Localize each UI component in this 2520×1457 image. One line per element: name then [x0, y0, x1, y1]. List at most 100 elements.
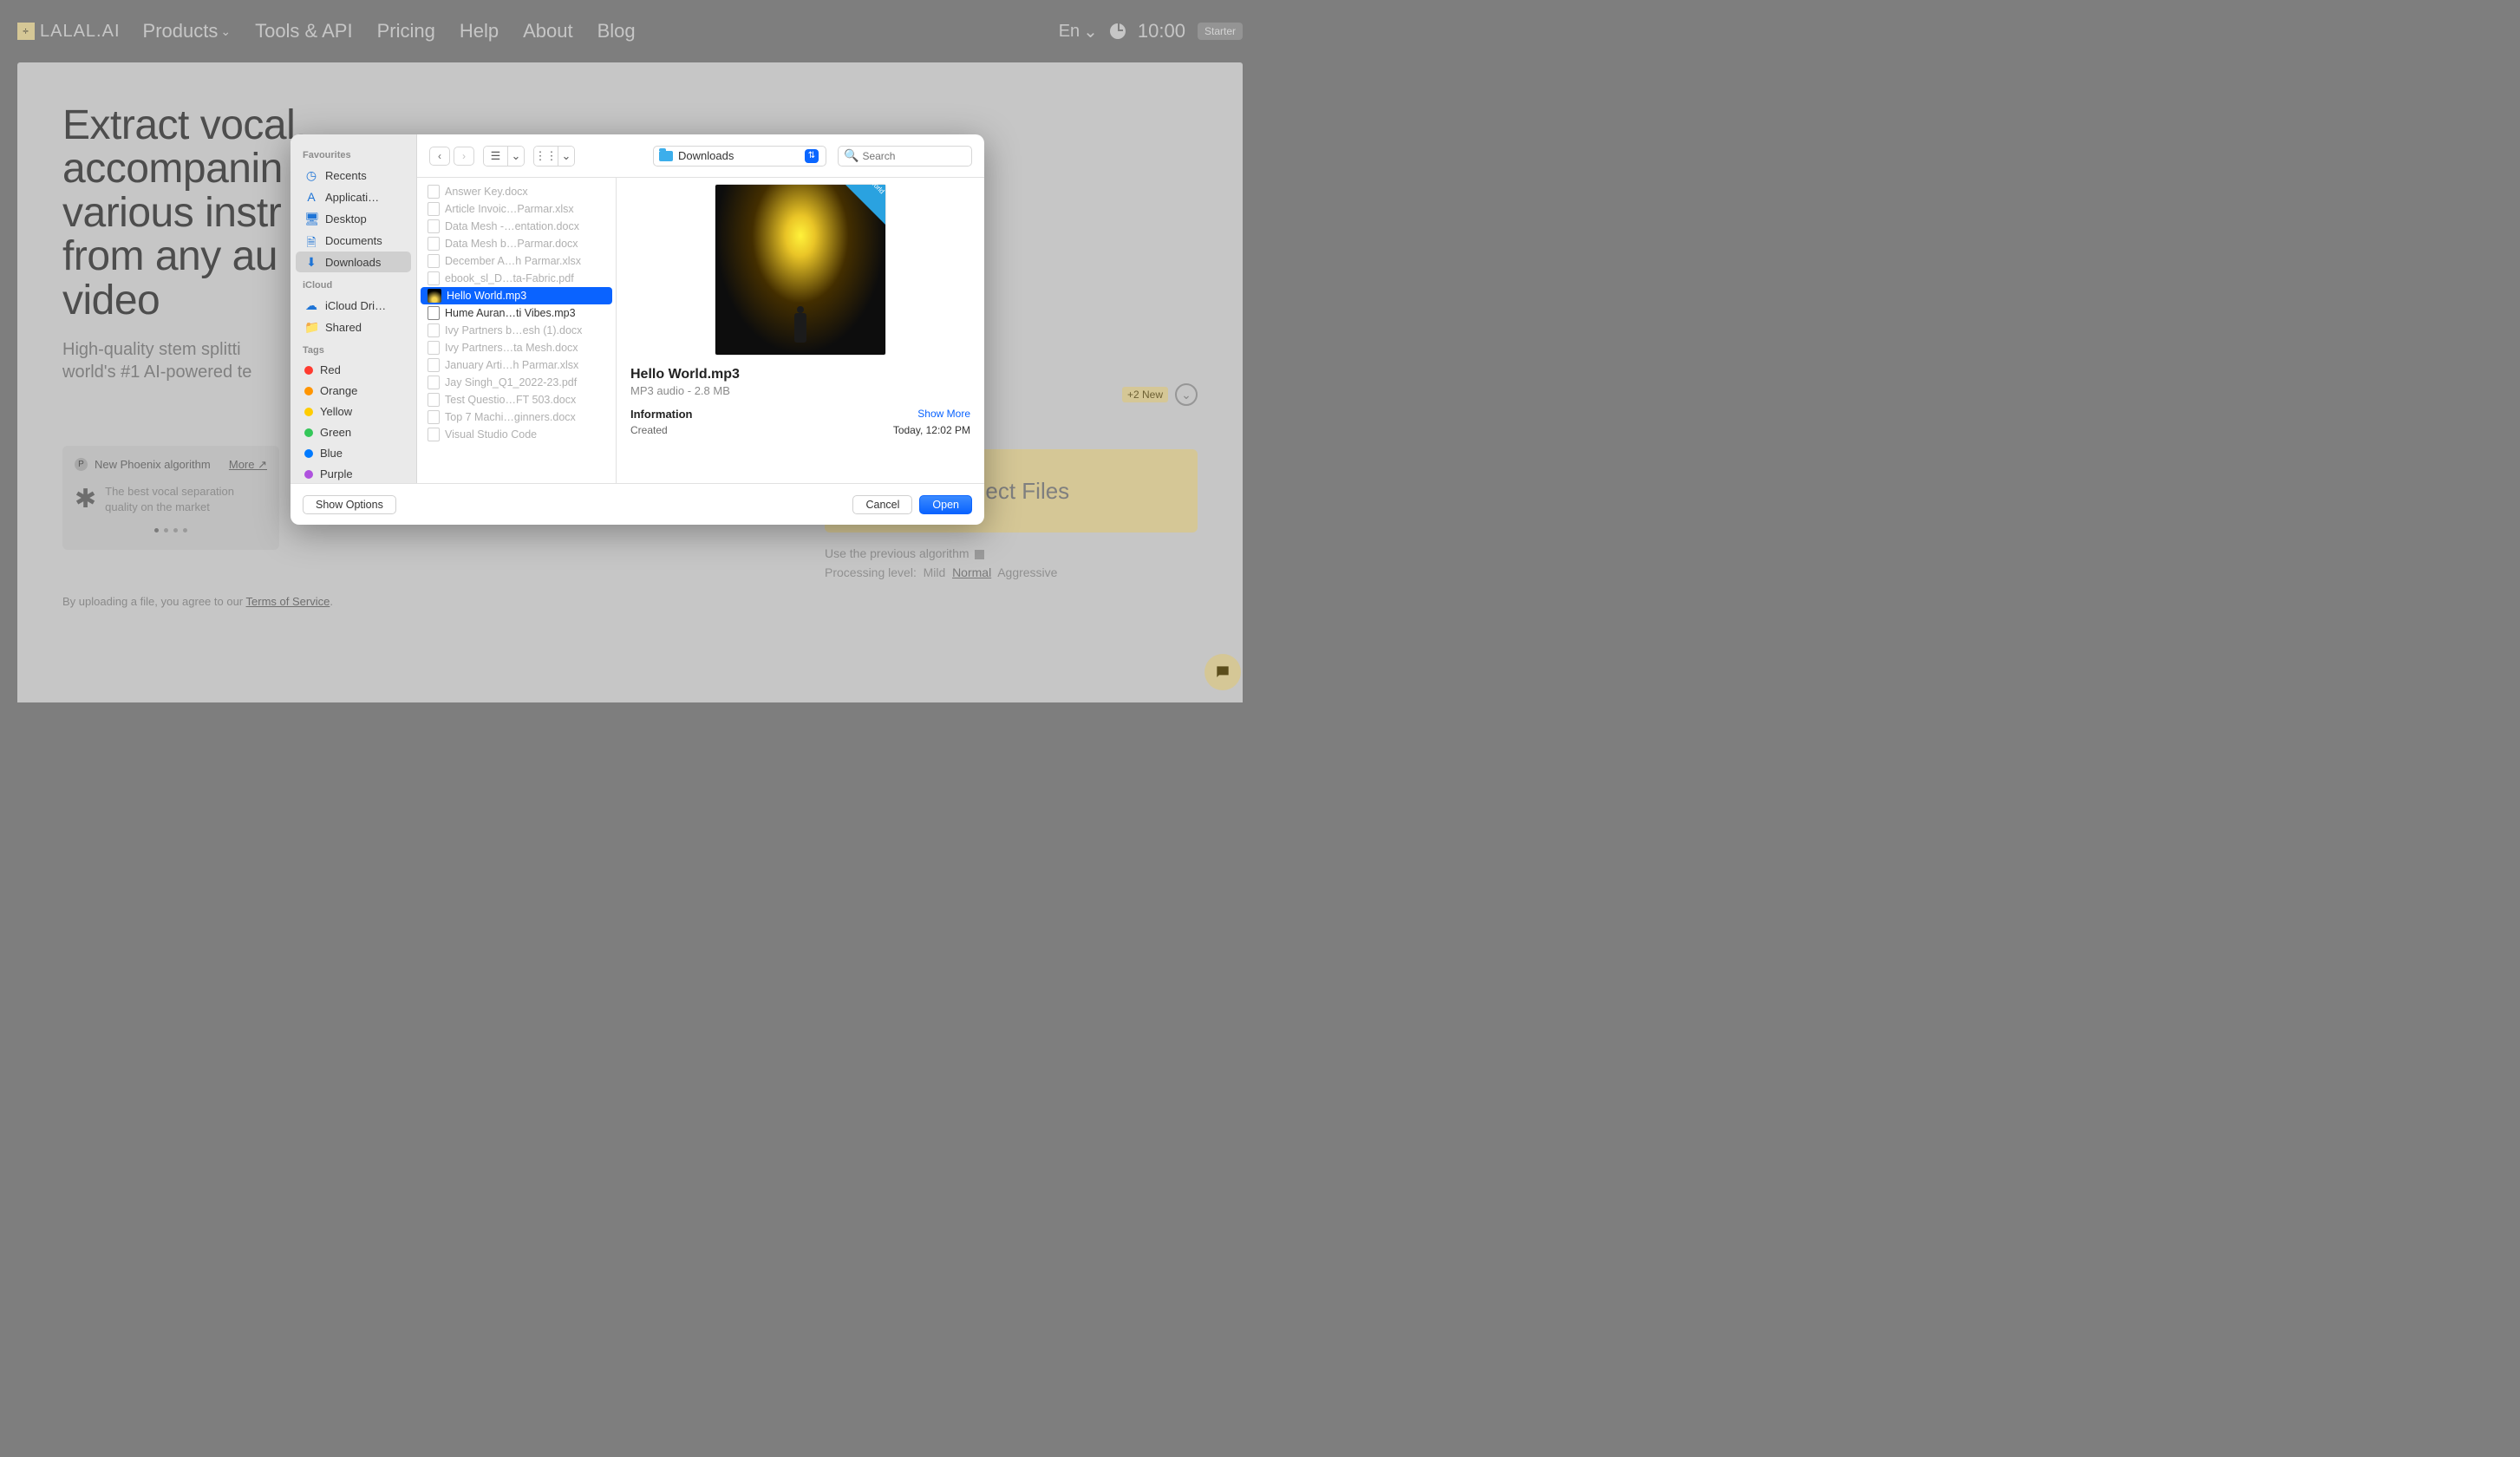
forward-button[interactable]: ›	[454, 147, 474, 166]
sidebar-item[interactable]: ◷Recents	[296, 165, 411, 186]
nav-tools-api[interactable]: Tools & API	[255, 20, 353, 42]
view-columns-segment[interactable]: ☰ ⌄	[483, 146, 525, 167]
nav-pricing[interactable]: Pricing	[377, 20, 435, 42]
sidebar-item-label: Purple	[320, 467, 353, 480]
nav-products[interactable]: Products⌄	[143, 20, 232, 42]
file-type-icon	[428, 323, 440, 337]
sidebar-section-title: iCloud	[291, 273, 416, 294]
show-options-button[interactable]: Show Options	[303, 495, 396, 514]
sidebar-item[interactable]: 🗎Documents	[296, 230, 411, 251]
group-dropdown-icon[interactable]: ⌄	[558, 147, 574, 166]
sidebar-section-title: Favourites	[291, 143, 416, 164]
file-name: December A…h Parmar.xlsx	[445, 255, 581, 267]
level-aggressive[interactable]: Aggressive	[997, 565, 1057, 579]
file-item[interactable]: Answer Key.docx	[421, 183, 612, 200]
file-type-icon	[428, 428, 440, 441]
file-type-icon	[428, 410, 440, 424]
file-item[interactable]: Hume Auran…ti Vibes.mp3	[421, 304, 612, 322]
meta-key-created: Created	[630, 424, 668, 436]
cancel-button[interactable]: Cancel	[852, 495, 912, 514]
file-item[interactable]: Jay Singh_Q1_2022-23.pdf	[421, 374, 612, 391]
updown-icon[interactable]: ⇅	[805, 149, 819, 163]
tos-link[interactable]: Terms of Service	[246, 595, 330, 608]
sidebar-item[interactable]: ⬇Downloads	[296, 252, 411, 272]
carousel-dots[interactable]	[75, 528, 267, 532]
file-item[interactable]: Article Invoic…Parmar.xlsx	[421, 200, 612, 218]
sidebar-item[interactable]: Blue	[296, 443, 411, 463]
file-item[interactable]: Data Mesh -…entation.docx	[421, 218, 612, 235]
finder-main: ‹ › ☰ ⌄ ⋮⋮ ⌄ Downloads ⇅ 🔍	[417, 134, 984, 483]
file-name: Answer Key.docx	[445, 186, 528, 198]
nav-blog[interactable]: Blog	[597, 20, 636, 42]
checkbox-icon[interactable]	[975, 550, 984, 559]
file-item[interactable]: Data Mesh b…Parmar.docx	[421, 235, 612, 252]
chevron-down-icon[interactable]: ⌄	[1175, 383, 1198, 406]
open-button[interactable]: Open	[919, 495, 972, 514]
sidebar-item[interactable]: Green	[296, 422, 411, 442]
file-type-icon	[428, 271, 440, 285]
file-item[interactable]: Hello World.mp3	[421, 287, 612, 304]
promo-more-link[interactable]: More ↗	[229, 458, 267, 472]
file-item[interactable]: Visual Studio Code	[421, 426, 612, 443]
show-more-link[interactable]: Show More	[917, 408, 970, 421]
clock-icon	[1110, 23, 1126, 39]
site-header: ÷ LALAL.AI Products⌄ Tools & API Pricing…	[0, 0, 1260, 62]
file-name: Visual Studio Code	[445, 428, 537, 441]
back-button[interactable]: ‹	[429, 147, 450, 166]
file-name: January Arti…h Parmar.xlsx	[445, 359, 578, 371]
file-item[interactable]: Test Questio…FT 503.docx	[421, 391, 612, 408]
tag-color-icon	[304, 470, 313, 479]
level-normal[interactable]: Normal	[952, 565, 991, 579]
clock-icon: ◷	[304, 168, 318, 182]
chevron-down-icon: ⌄	[220, 24, 231, 38]
file-item[interactable]: January Arti…h Parmar.xlsx	[421, 356, 612, 374]
chevron-down-icon: ⌄	[1083, 21, 1098, 42]
previous-algorithm-toggle[interactable]: Use the previous algorithm	[825, 546, 1198, 560]
chat-fab[interactable]	[1205, 654, 1241, 690]
group-segment[interactable]: ⋮⋮ ⌄	[533, 146, 575, 167]
processing-level: Processing level: Mild Normal Aggressive	[825, 565, 1198, 579]
sidebar-item[interactable]: Red	[296, 360, 411, 380]
plan-badge[interactable]: Starter	[1198, 23, 1243, 40]
file-item[interactable]: ebook_sl_D…ta-Fabric.pdf	[421, 270, 612, 287]
nav-about[interactable]: About	[523, 20, 573, 42]
level-mild[interactable]: Mild	[924, 565, 946, 579]
search-input[interactable]	[862, 150, 966, 162]
group-icon[interactable]: ⋮⋮	[534, 147, 558, 166]
file-type-icon	[428, 393, 440, 407]
sidebar-item[interactable]: 📁Shared	[296, 317, 411, 337]
file-type-icon	[428, 376, 440, 389]
file-item[interactable]: December A…h Parmar.xlsx	[421, 252, 612, 270]
file-name: Data Mesh b…Parmar.docx	[445, 238, 578, 250]
file-type-icon	[428, 237, 440, 251]
promo-body-text: The best vocal separation quality on the…	[105, 484, 234, 514]
sidebar-item[interactable]: Purple	[296, 464, 411, 483]
file-item[interactable]: Ivy Partners b…esh (1).docx	[421, 322, 612, 339]
preview-column: Pagalworld Hello World.mp3 MP3 audio - 2…	[617, 178, 984, 483]
file-list-column[interactable]: Answer Key.docx Article Invoic…Parmar.xls…	[417, 178, 617, 483]
sidebar-item[interactable]: Orange	[296, 381, 411, 401]
nav-help[interactable]: Help	[460, 20, 499, 42]
sidebar-section-title: Tags	[291, 338, 416, 359]
minutes-remaining: 10:00	[1138, 20, 1185, 42]
language-selector[interactable]: En⌄	[1059, 21, 1098, 42]
file-thumb-icon	[428, 289, 441, 303]
sidebar-item[interactable]: 🖥Desktop	[296, 208, 411, 229]
columns-view-icon[interactable]: ☰	[484, 147, 508, 166]
chat-icon	[1214, 663, 1231, 681]
meta-val-created: Today, 12:02 PM	[893, 424, 970, 436]
primary-nav: Products⌄ Tools & API Pricing Help About…	[143, 20, 636, 42]
sidebar-item[interactable]: ☁iCloud Dri…	[296, 295, 411, 316]
sidebar-item[interactable]: Yellow	[296, 402, 411, 421]
finder-sidebar[interactable]: Favourites◷RecentsAApplicati…🖥Desktop🗎Do…	[291, 134, 417, 483]
A-icon: A	[304, 190, 318, 204]
columns-dropdown-icon[interactable]: ⌄	[508, 147, 524, 166]
logo[interactable]: ÷ LALAL.AI	[17, 22, 121, 42]
file-item[interactable]: Top 7 Machi…ginners.docx	[421, 408, 612, 426]
search-field[interactable]: 🔍	[838, 146, 972, 167]
sidebar-item-label: Downloads	[325, 256, 381, 269]
sidebar-item[interactable]: AApplicati…	[296, 186, 411, 207]
location-popup[interactable]: Downloads ⇅	[653, 146, 826, 167]
file-item[interactable]: Ivy Partners…ta Mesh.docx	[421, 339, 612, 356]
file-name: ebook_sl_D…ta-Fabric.pdf	[445, 272, 574, 284]
